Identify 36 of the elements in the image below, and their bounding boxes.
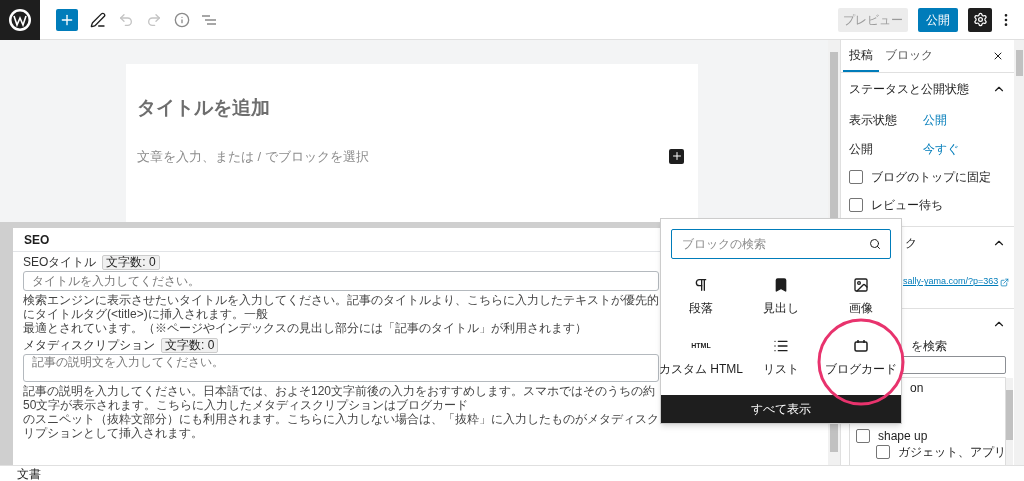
help-text: 検索エンジンに表示させたいタイトルを入力してください。記事のタイトルより、こちらに入力したテキストが優先的にタイトルタグ(<title>)に挿入されます。一般 — [23, 293, 659, 321]
help-text: 記事の説明を入力してください。日本語では、およそ120文字前後の入力をおすすめします。スマホではそのうちの約50文字が表示されます。こちらに入力したメタディスクリプションはブログカード — [23, 384, 657, 412]
setting-link[interactable]: 公開 — [923, 110, 947, 129]
category-label: shape up — [878, 428, 928, 445]
sidebar-tab[interactable]: 投稿 — [843, 40, 879, 72]
panel-title[interactable]: ク — [905, 234, 917, 252]
help-text: 最適とされています。（※ページやインデックスの見出し部分には「記事のタイトル」が利用されます） — [23, 321, 588, 335]
browse-all-button[interactable]: すべて表示 — [661, 395, 901, 423]
block-type-button[interactable]: リスト — [741, 334, 821, 394]
help-text: のスニペット（抜粋文部分）にも利用されます。こちらに入力しない場合は、「抜粋」に入力したものがメタディスクリプションとして挿入されます。 — [23, 412, 659, 440]
character-count: 文字数: 0 — [102, 255, 160, 270]
field-label: メタディスクリプション — [23, 338, 155, 353]
setting-label: 公開 — [849, 140, 874, 158]
search-label: を検索 — [911, 339, 947, 354]
setting-label: 表示状態 — [849, 111, 898, 129]
permalink-link[interactable]: sally-yama.com/?p=363 — [903, 275, 999, 289]
paragraph-placeholder[interactable]: 文章を入力、または / でブロックを選択 — [137, 146, 369, 166]
breadcrumb[interactable]: 文書 — [17, 464, 41, 481]
seo-title-field[interactable]: タイトルを入力してください。 — [23, 271, 659, 291]
checkbox-label: ブログのトップに固定 — [871, 169, 991, 186]
panel-title[interactable]: ステータスと公開状態 — [849, 80, 969, 98]
sidebar-tab[interactable]: ブロック — [879, 40, 939, 72]
category-label: on — [910, 380, 924, 397]
block-type-button[interactable]: 段落 — [661, 273, 741, 333]
title-field[interactable]: タイトルを追加 — [137, 94, 687, 123]
description-field[interactable]: 記事の説明文を入力してください。 — [23, 354, 659, 382]
block-type-button[interactable]: 見出し — [741, 273, 821, 333]
setting-link[interactable]: 今すぐ — [923, 139, 959, 158]
checkbox-label: レビュー待ち — [871, 197, 943, 214]
category-label: ガジェット、アプリ — [898, 444, 1006, 461]
character-count: 文字数: 0 — [161, 338, 219, 353]
block-type-button[interactable]: 画像 — [821, 273, 901, 333]
panel-title: SEO — [24, 231, 50, 249]
publish-button[interactable]: 公開 — [918, 7, 958, 32]
field-label: SEOタイトル — [23, 255, 97, 270]
block-search-field[interactable]: ブロックの検索 — [671, 229, 891, 259]
